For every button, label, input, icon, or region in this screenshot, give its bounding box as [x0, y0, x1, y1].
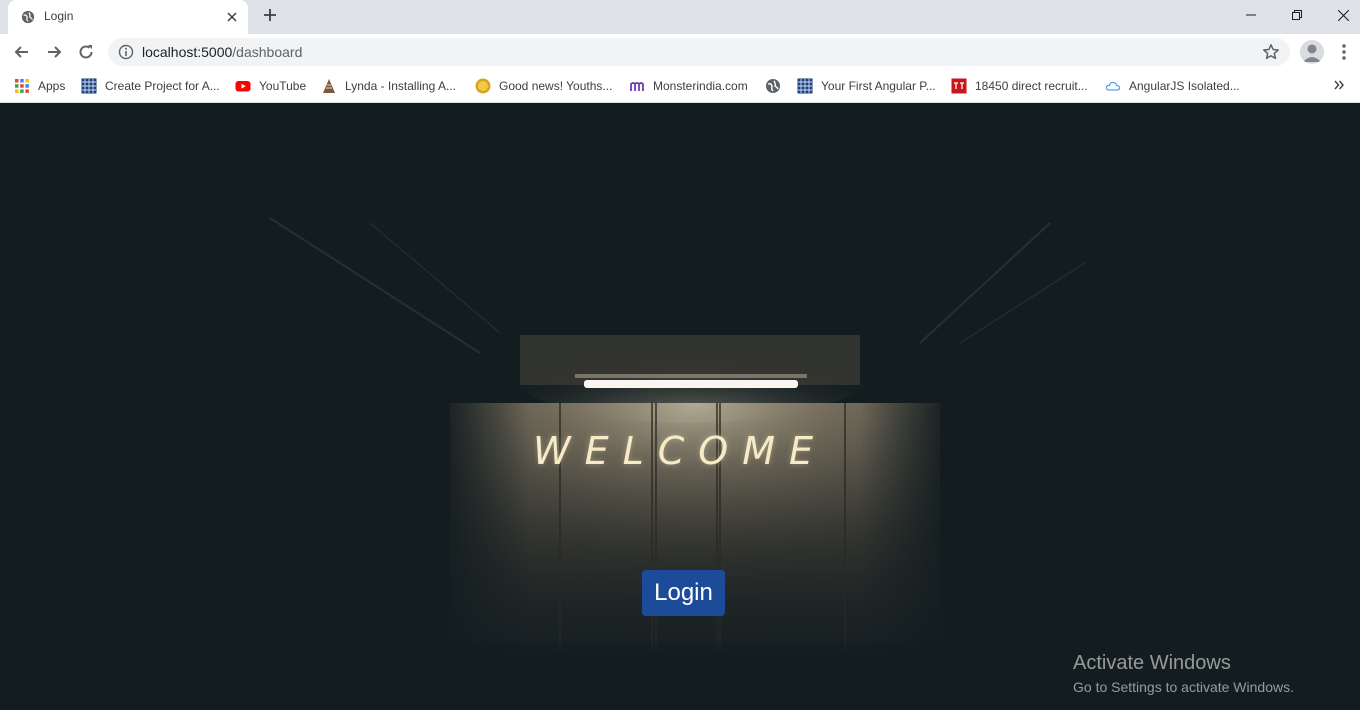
double-chevron-right-icon [1334, 80, 1344, 90]
bookmark-monster[interactable]: Monsterindia.com [629, 76, 748, 96]
globe-icon [21, 10, 35, 24]
url-text[interactable]: localhost:5000/dashboard [142, 44, 302, 60]
bookmark-create-project[interactable]: Create Project for A... [81, 76, 220, 96]
arrow-left-icon [14, 46, 28, 58]
bookmark-angularjs-isolated[interactable]: AngularJS Isolated... [1105, 76, 1240, 96]
bookmark-star-icon[interactable] [1262, 43, 1280, 61]
bookmark-lynda[interactable]: Lynda - Installing A... [321, 76, 456, 96]
info-icon[interactable] [118, 44, 134, 60]
background-scene-image [269, 217, 1086, 663]
more-vertical-icon [1342, 44, 1346, 60]
apps-grid-icon [15, 79, 29, 93]
arrow-right-icon [48, 46, 62, 58]
back-button[interactable] [10, 40, 34, 64]
windows-activation-watermark: Activate Windows Go to Settings to activ… [1073, 652, 1294, 695]
new-tab-button[interactable] [260, 7, 280, 27]
bookmark-label: AngularJS Isolated... [1129, 79, 1240, 93]
page-content: WELCOME Login Activate Windows Go to Set… [0, 103, 1360, 710]
bookmark-first-angular[interactable]: Your First Angular P... [797, 76, 936, 96]
welcome-heading: WELCOME [533, 429, 827, 473]
youtube-icon [235, 81, 251, 92]
bookmark-youtube[interactable]: YouTube [235, 76, 306, 96]
lynda-icon [323, 79, 335, 93]
cloud-icon [1105, 81, 1121, 91]
minimize-icon [1246, 14, 1256, 16]
forward-button[interactable] [42, 40, 66, 64]
person-icon [1303, 44, 1321, 62]
reload-button[interactable] [74, 40, 98, 64]
grid-favicon-icon [81, 78, 97, 94]
close-tab-icon[interactable] [224, 9, 240, 25]
bookmark-label: Your First Angular P... [821, 79, 936, 93]
bookmark-good-news[interactable]: Good news! Youths... [475, 76, 612, 96]
tab-strip: Login [0, 0, 1360, 34]
monster-icon [630, 82, 644, 91]
minimize-button[interactable] [1228, 0, 1274, 30]
bookmark-apps[interactable]: Apps [14, 76, 65, 96]
bookmark-label: Apps [38, 79, 66, 93]
browser-menu-button[interactable] [1334, 40, 1354, 64]
bookmark-label: Monsterindia.com [653, 79, 748, 93]
bookmark-label: Lynda - Installing A... [345, 79, 456, 93]
bookmark-label: Create Project for A... [105, 79, 220, 93]
browser-tab[interactable]: Login [8, 0, 248, 34]
zee-icon [475, 78, 491, 94]
bookmark-label: 18450 direct recruit... [975, 79, 1088, 93]
reload-icon [79, 45, 93, 59]
bookmark-label: Good news! Youths... [499, 79, 613, 93]
close-window-button[interactable] [1320, 0, 1360, 30]
plus-icon [264, 9, 276, 21]
bookmarks-bar: Apps Create Project for A... YouTube Lyn… [0, 70, 1360, 103]
address-bar[interactable]: localhost:5000/dashboard [108, 38, 1290, 66]
bookmark-direct-recruit[interactable]: 18450 direct recruit... [951, 76, 1088, 96]
grid-favicon-icon [797, 78, 813, 94]
globe-icon [766, 79, 780, 93]
activation-subtitle: Go to Settings to activate Windows. [1073, 679, 1294, 695]
restore-button[interactable] [1274, 0, 1320, 30]
bookmarks-overflow-button[interactable] [1334, 77, 1344, 93]
restore-icon [1292, 10, 1302, 20]
close-icon [1337, 9, 1349, 21]
url-path: /dashboard [232, 44, 303, 60]
bookmark-globe[interactable] [765, 76, 789, 96]
login-button[interactable]: Login [642, 570, 725, 616]
profile-avatar[interactable] [1300, 40, 1324, 64]
toi-icon [951, 78, 967, 94]
url-host: localhost:5000 [142, 44, 233, 60]
browser-toolbar: localhost:5000/dashboard [0, 34, 1360, 70]
bookmark-label: YouTube [259, 79, 307, 93]
tab-title: Login [44, 9, 74, 23]
activation-title: Activate Windows [1073, 652, 1231, 674]
